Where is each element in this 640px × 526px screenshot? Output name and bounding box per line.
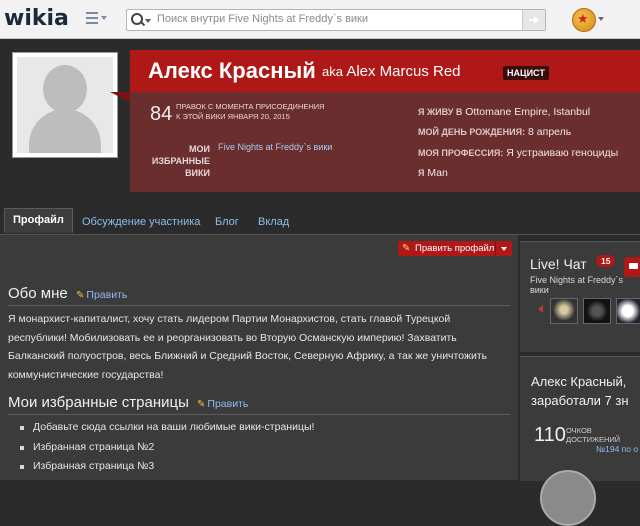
info-label: МОЙ ДЕНЬ РОЖДЕНИЯ: [418,127,526,137]
user-menu-chevron-icon[interactable] [598,17,604,21]
profile-avatar [12,52,118,158]
tab-contributions[interactable]: Вклад [258,216,289,228]
achievements-heading-line2: заработали 7 зн [531,393,629,408]
edit-profile-label: Править профайл [415,243,495,254]
aka-name: Alex Marcus Red [346,63,461,80]
join-chat-button[interactable] [624,257,640,277]
tab-profile[interactable]: Профайл [4,208,73,233]
favorites-edit-label: Править [207,398,249,410]
info-occupation: МОЯ ПРОФЕССИЯ: Я устраиваю геноциды [418,147,618,159]
tab-blog[interactable]: Блог [215,216,239,228]
achievement-points-label: очков достижений [566,426,621,444]
info-value: 8 апрель [528,126,572,138]
search-submit-button[interactable] [522,10,545,30]
favorite-wikis-label: МОИ ИЗБРАННЫЕ ВИКИ [151,144,210,178]
chevron-left-icon[interactable] [538,305,543,313]
profile-name: Алекс Красный [148,58,316,83]
about-edit-link[interactable]: ✎ Править [76,289,127,301]
search-icon[interactable] [131,13,143,25]
info-value: Я устраиваю геноциды [506,147,619,159]
wikia-logo[interactable]: wikia [4,6,69,31]
aka-word: aka [322,64,343,79]
info-location: Я ЖИВУ В Ottomane Empire, Istanbul [418,106,590,118]
about-text: Я монархист-капиталист, хочу стать лидер… [8,313,488,381]
star-icon: ★ [577,11,589,26]
info-birthday: МОЙ ДЕНЬ РОЖДЕНИЯ: 8 апрель [418,126,571,138]
chat-user-avatar[interactable] [550,298,578,324]
info-gender: Я Man [418,167,448,179]
search-box [126,9,546,31]
list-item: Добавьте сюда ссылки на ваши любимые вик… [20,418,314,438]
edit-profile-dropdown[interactable] [495,241,512,256]
favorites-divider [8,414,510,415]
info-label: Я ЖИВУ В [418,107,463,117]
chat-count-badge: 15 [596,255,616,267]
achievement-points: 110 [534,424,566,446]
pencil-icon: ✎ [76,290,85,301]
favorites-edit-link[interactable]: ✎ Править [197,398,248,410]
list-item: Избранная страница №3 [20,457,314,477]
pencil-icon: ✎ [197,399,206,410]
about-title: Обо мне [8,285,68,302]
chat-title: Live! Чат [530,256,587,272]
favorites-title: Мои избранные страницы [8,394,189,411]
badge-icon[interactable] [540,470,596,526]
pencil-icon: ✎ [402,243,411,254]
profile-aka: aka Alex Marcus Red [322,63,461,80]
achievements-heading-line1: Алекс Красный, [531,374,627,389]
info-value: Ottomane Empire, Istanbul [465,106,591,118]
info-label: Я [418,168,425,178]
edit-count: 84 [150,103,173,125]
search-input[interactable] [157,10,517,28]
achievement-rank-link[interactable]: №194 по о [596,444,638,454]
chevron-down-icon[interactable] [145,19,151,23]
achievements-heading: Алекс Красный, заработали 7 зн [531,372,640,410]
about-divider [8,305,510,306]
favorites-list: Добавьте сюда ссылки на ваши любимые вик… [20,418,314,477]
info-value: Man [427,167,448,179]
about-edit-label: Править [86,289,128,301]
edit-count-label: правок с момента присоединения к этой ви… [176,102,325,121]
global-navigation: wikia ★ [0,0,640,39]
chat-user-avatar[interactable] [616,298,640,324]
list-item: Избранная страница №2 [20,438,314,458]
favorite-wiki-link[interactable]: Five Nights at Freddy`s вики [218,142,332,152]
edit-profile-button[interactable]: ✎ Править профайл [398,241,512,256]
info-label: МОЯ ПРОФЕССИЯ: [418,148,504,158]
menu-icon[interactable] [86,11,108,27]
user-avatar[interactable]: ★ [572,8,596,32]
chat-wiki-name: Five Nights at Freddy`s вики [530,275,624,295]
chat-user-avatar[interactable] [583,298,611,324]
tab-user-talk[interactable]: Обсуждение участника [82,216,200,228]
user-tag-badge: НАЦИСТ [503,66,549,80]
